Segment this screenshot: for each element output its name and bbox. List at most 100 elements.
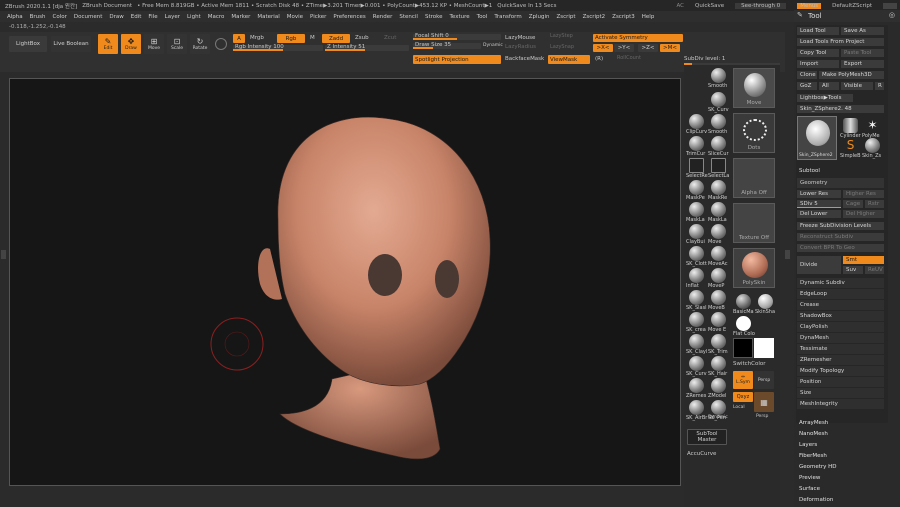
material-flatcolor[interactable]: Flat Colo — [733, 316, 755, 338]
brush-move[interactable]: Move — [708, 224, 730, 246]
switchcolor-button[interactable]: SwitchColor — [733, 361, 766, 367]
alpha-tile[interactable]: Alpha Off — [733, 158, 775, 198]
primary-color-swatch[interactable] — [733, 338, 753, 358]
symmetry-z-button[interactable]: >Z< — [638, 44, 658, 52]
size-item[interactable]: Size — [797, 388, 884, 398]
radial-r-button[interactable]: (R) — [595, 56, 603, 62]
menu-zscript3[interactable]: Zscript3 — [612, 14, 635, 20]
accucurve-button[interactable]: AccuCurve — [687, 451, 716, 457]
menu-draw[interactable]: Draw — [109, 14, 123, 20]
brush-slicecurve[interactable]: SliceCur — [708, 136, 730, 158]
lightbox-button[interactable]: LightBox — [9, 36, 47, 52]
menu-file[interactable]: File — [148, 14, 157, 20]
mrgb-button[interactable]: Mrgb — [250, 35, 264, 41]
brush-selectrect[interactable]: SelectRe — [686, 158, 708, 180]
brush-masklasso-2[interactable]: MaskLa — [708, 202, 730, 224]
copy-tool-button[interactable]: Copy Tool — [797, 49, 839, 57]
brush-smooth-2[interactable]: Smooth — [708, 114, 730, 136]
zadd-button[interactable]: Zadd — [322, 34, 350, 43]
gizmo-icon[interactable] — [215, 38, 227, 50]
menu-macro[interactable]: Macro — [208, 14, 225, 20]
menu-zplugin[interactable]: Zplugin — [529, 14, 550, 20]
cage-button[interactable]: Cage — [843, 200, 863, 208]
zsub-button[interactable]: Zsub — [355, 35, 369, 41]
menu-layer[interactable]: Layer — [165, 14, 180, 20]
move-button[interactable]: ⊞ Move — [144, 34, 164, 54]
brush-inflat[interactable]: Inflat — [686, 268, 708, 290]
menu-texture[interactable]: Texture — [450, 14, 470, 20]
seethrough-slider[interactable]: See-through 0 — [735, 2, 787, 9]
position-item[interactable]: Position — [797, 377, 884, 387]
viewport-canvas[interactable] — [9, 78, 681, 486]
rotate-button[interactable]: ↻ Rotate — [190, 34, 210, 54]
local-button[interactable]: Local — [733, 405, 745, 410]
menus-button[interactable]: Menus — [797, 2, 822, 9]
tessimate-item[interactable]: Tessimate — [797, 344, 884, 354]
brush-trimcurve[interactable]: TrimCur — [686, 136, 708, 158]
persp2-button[interactable]: Persp — [756, 414, 768, 419]
menu-transform[interactable]: Transform — [494, 14, 521, 20]
dynamic-subdiv-item[interactable]: Dynamic Subdiv — [797, 278, 884, 288]
smt-toggle[interactable]: Smt — [843, 256, 884, 264]
tool-simplebrush-thumb[interactable]: S SimpleB — [840, 138, 862, 160]
ac-button[interactable]: AC — [677, 3, 685, 9]
higher-res-button[interactable]: Higher Res — [843, 190, 884, 198]
surface-section[interactable]: Surface — [799, 486, 820, 492]
goz-r-button[interactable]: R — [875, 82, 884, 90]
subtool-master-button[interactable]: SubTool Master — [687, 429, 727, 445]
nanomesh-section[interactable]: NanoMesh — [799, 431, 828, 437]
script-selector[interactable]: DefaultZScript — [832, 3, 872, 9]
lower-res-button[interactable]: Lower Res — [797, 190, 841, 198]
menu-document[interactable]: Document — [74, 14, 103, 20]
tool-cylinder-thumb[interactable]: Cylinder — [840, 118, 862, 140]
live-boolean-button[interactable]: Live Boolean — [51, 36, 91, 52]
menu-zscript[interactable]: Zscript — [556, 14, 575, 20]
material-skinshade[interactable]: SkinSha — [755, 294, 777, 316]
dynamesh-item[interactable]: DynaMesh — [797, 333, 884, 343]
brush-sk-airbrush[interactable]: SK_AirBr — [686, 400, 708, 422]
dynamic-persp-button[interactable]: Dynamic — [708, 415, 728, 420]
rollcount-slider[interactable]: RollCount — [617, 55, 641, 61]
del-lower-button[interactable]: Del Lower — [797, 210, 841, 218]
draw-size-slider[interactable]: Draw Size 35 — [413, 42, 481, 49]
deformation-section[interactable]: Deformation — [799, 497, 833, 503]
export-button[interactable]: Export — [841, 60, 884, 68]
dynamic-button[interactable]: Dynamic — [483, 43, 503, 48]
window-controls[interactable] — [883, 2, 897, 9]
brush-zmodeler[interactable]: ZModel — [708, 378, 730, 400]
menu-material[interactable]: Material — [257, 14, 279, 20]
brush-selectlasso[interactable]: SelectLa — [708, 158, 730, 180]
menu-stroke[interactable]: Stroke — [425, 14, 443, 20]
current-tool-slider[interactable]: Skin_ZSphere2. 48 — [797, 105, 884, 113]
del-higher-button[interactable]: Del Higher — [843, 210, 884, 218]
persp-button[interactable]: Persp — [754, 371, 774, 389]
secondary-color-swatch[interactable] — [754, 338, 774, 358]
tool-skin-zsphere-thumb[interactable]: Skin_Zs — [862, 138, 884, 160]
brush-maskrect[interactable]: MaskRe — [708, 180, 730, 202]
lsym-button[interactable]: ⇔ L.Sym — [733, 371, 753, 389]
brush-sk-slash[interactable]: SK_Slasl — [686, 290, 708, 312]
backfacemask-button[interactable]: BackfaceMask — [505, 56, 544, 62]
symmetry-m-button[interactable]: >M< — [660, 44, 680, 52]
scale-button[interactable]: ⊡ Scale — [167, 34, 187, 54]
lightbox-tools-button[interactable]: Lightbox▶Tools — [797, 94, 853, 102]
current-brush-tile[interactable]: Move — [733, 68, 775, 108]
z-intensity-slider[interactable]: Z Intensity 51 — [325, 44, 409, 51]
import-button[interactable]: Import — [797, 60, 839, 68]
reuv-button[interactable]: ReUV — [865, 266, 884, 274]
spotlight-projection-button[interactable]: Spotlight Projection — [413, 55, 501, 64]
activate-symmetry-button[interactable]: Activate Symmetry — [593, 34, 683, 42]
rstr-button[interactable]: Rstr — [865, 200, 884, 208]
qxyz-button[interactable]: Qxyz — [733, 392, 753, 402]
material-basicmat[interactable]: BasicMa — [733, 294, 755, 316]
reconstruct-subdiv-button[interactable]: Reconstruct Subdiv — [797, 233, 884, 241]
menu-render[interactable]: Render — [373, 14, 393, 20]
subtool-section[interactable]: Subtool — [799, 168, 820, 174]
menu-marker[interactable]: Marker — [231, 14, 250, 20]
menu-tool[interactable]: Tool — [477, 14, 488, 20]
brush-clipcurve[interactable]: ClipCurv — [686, 114, 708, 136]
texture-tile[interactable]: Texture Off — [733, 203, 775, 243]
a-button[interactable]: A — [233, 34, 245, 43]
save-as-button[interactable]: Save As — [841, 27, 884, 35]
menu-edit[interactable]: Edit — [131, 14, 142, 20]
